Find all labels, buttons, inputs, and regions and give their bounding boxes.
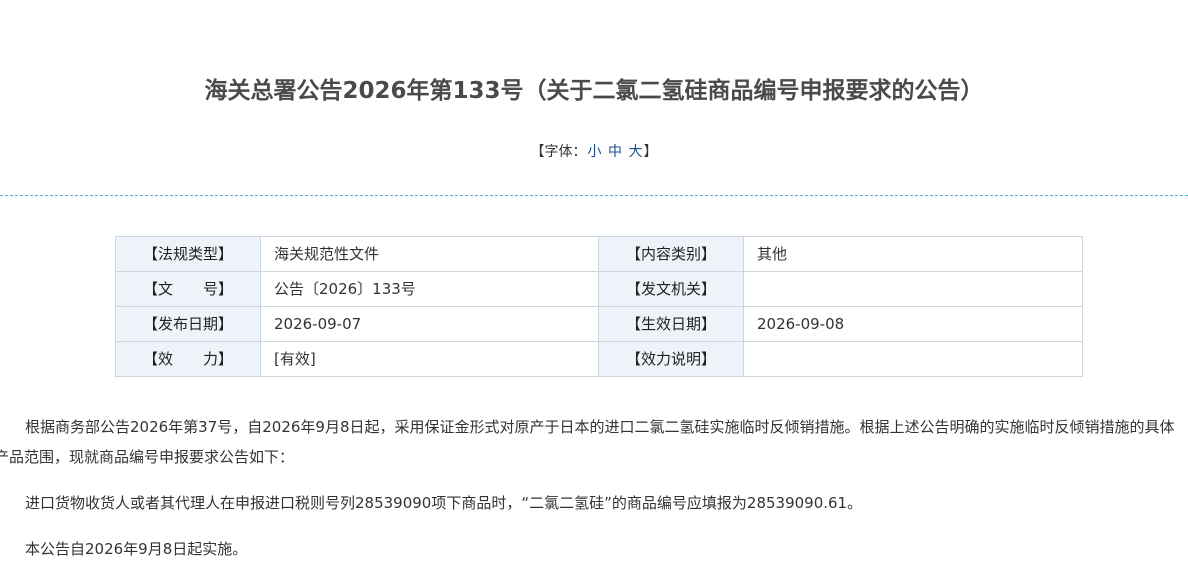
validity-note-label: 【效力说明】: [598, 341, 744, 377]
font-size-selector: 【字体：小 中 大】: [0, 142, 1188, 162]
document-number-value: 公告〔2026〕133号: [260, 271, 599, 307]
content-category-label: 【内容类别】: [598, 236, 744, 272]
page-title: 海关总署公告2026年第133号（关于二氯二氢硅商品编号申报要求的公告）: [204, 78, 984, 104]
table-row: 【发布日期】 2026-09-07 【生效日期】 2026-09-08: [115, 306, 1083, 342]
font-size-small-link[interactable]: 小: [588, 144, 602, 160]
font-size-bracket: 】: [643, 144, 658, 160]
table-row: 【效 力】 [有效] 【效力说明】: [115, 341, 1083, 377]
regulation-type-value: 海关规范性文件: [260, 236, 599, 272]
body-paragraph: 本公告自2026年9月8日起实施。: [25, 540, 248, 558]
table-row: 【文 号】 公告〔2026〕133号 【发文机关】: [115, 271, 1083, 307]
regulation-type-label: 【法规类型】: [115, 236, 261, 272]
font-size-large-link[interactable]: 大: [628, 144, 642, 160]
effective-date-label: 【生效日期】: [598, 306, 744, 342]
header-divider: [0, 195, 1188, 196]
validity-note-value: [743, 341, 1083, 377]
issuing-authority-value: [743, 271, 1083, 307]
document-number-label: 【文 号】: [115, 271, 261, 307]
effective-date-value: 2026-09-08: [743, 306, 1083, 342]
document-metadata-table: 【法规类型】 海关规范性文件 【内容类别】 其他 【文 号】 公告〔2026〕1…: [115, 236, 1083, 377]
issuing-authority-label: 【发文机关】: [598, 271, 744, 307]
publish-date-label: 【发布日期】: [115, 306, 261, 342]
body-paragraph: 根据商务部公告2026年第37号，自2026年9月8日起，采用保证金形式对原产于…: [0, 418, 1175, 466]
body-paragraph: 进口货物收货人或者其代理人在申报进口税则号列28539090项下商品时，“二氯二…: [25, 494, 863, 512]
validity-label: 【效 力】: [115, 341, 261, 377]
validity-value: [有效]: [260, 341, 599, 377]
content-category-value: 其他: [743, 236, 1083, 272]
announcement-body: 根据商务部公告2026年第37号，自2026年9月8日起，采用保证金形式对原产于…: [0, 412, 1188, 564]
font-size-label: 【字体：: [530, 144, 587, 160]
table-row: 【法规类型】 海关规范性文件 【内容类别】 其他: [115, 236, 1083, 272]
publish-date-value: 2026-09-07: [260, 306, 599, 342]
font-size-medium-link[interactable]: 中: [608, 144, 622, 160]
